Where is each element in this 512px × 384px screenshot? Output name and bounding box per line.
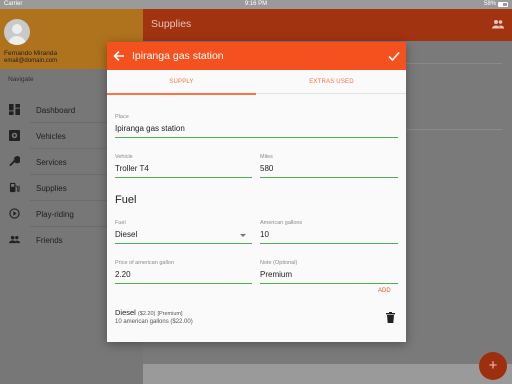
wrench-icon (9, 156, 20, 167)
price-field[interactable]: Price of american gallon 2.20 (115, 260, 252, 286)
vehicle-field[interactable]: Vehicle Troller T4 (115, 154, 252, 180)
page-title: Supplies (151, 18, 192, 30)
gas-pump-icon (9, 182, 20, 193)
sidebar-item-label: Vehicles (36, 132, 66, 141)
entry-title: Diesel ($2.20) [Premium] (115, 308, 183, 317)
gallons-value: 10 (260, 230, 269, 239)
add-button[interactable]: ADD (378, 288, 391, 294)
fuel-label: Fuel (115, 220, 126, 226)
people-icon[interactable] (492, 19, 504, 29)
note-label: Note (Optional) (260, 260, 298, 266)
dialog-toolbar: Ipiranga gas station (107, 42, 406, 70)
add-supply-fab[interactable]: + (479, 352, 507, 380)
vehicle-value: Troller T4 (115, 164, 149, 173)
tab-extras-used[interactable]: EXTRAS USED (257, 70, 406, 94)
price-value: 2.20 (115, 270, 131, 279)
bottom-region (143, 364, 512, 384)
entry-fuel: Diesel (115, 308, 136, 317)
tab-label: SUPPLY (169, 79, 194, 85)
check-icon[interactable] (387, 49, 401, 63)
tab-indicator (107, 93, 256, 95)
dashboard-icon (9, 104, 20, 115)
avatar[interactable] (4, 19, 30, 45)
entry-price: ($2.20) (137, 311, 156, 317)
clock: 9:16 PM (244, 1, 268, 7)
miles-field[interactable]: Miles 580 (260, 154, 398, 180)
dialog-title: Ipiranga gas station (132, 50, 224, 62)
gallons-field[interactable]: American gallons 10 (260, 220, 398, 246)
trash-icon[interactable] (386, 312, 395, 323)
supply-dialog: Ipiranga gas station SUPPLY EXTRAS USED … (107, 42, 406, 342)
place-value: Ipiranga gas station (115, 124, 185, 133)
vehicle-icon (9, 130, 20, 141)
battery-icon (498, 2, 508, 7)
fuel-section-title: Fuel (115, 194, 137, 206)
battery-percent: 58% (483, 1, 496, 7)
sidebar-item-label: Friends (36, 236, 63, 245)
back-arrow-icon[interactable] (112, 49, 126, 63)
fuel-select[interactable]: Fuel Diesel (115, 220, 252, 246)
note-value: Premium (260, 270, 293, 279)
play-circle-icon (9, 208, 20, 219)
place-label: Place (115, 114, 129, 120)
price-label: Price of american gallon (115, 260, 175, 266)
list-item: Diesel ($2.20) [Premium] 10 american gal… (115, 308, 398, 332)
fuel-value: Diesel (115, 230, 138, 239)
place-field[interactable]: Place Ipiranga gas station (115, 114, 398, 140)
sidebar-item-label: Supplies (36, 184, 67, 193)
sidebar-item-label: Play-riding (36, 210, 74, 219)
vehicle-label: Vehicle (115, 154, 133, 160)
miles-label: Miles (260, 154, 273, 160)
dropdown-arrow-icon (240, 234, 246, 237)
tab-label: EXTRAS USED (309, 79, 354, 85)
sidebar-item-label: Services (36, 158, 67, 167)
user-email: email@domain.com (4, 58, 58, 64)
status-bar: Carrier 9:16 PM 58% (0, 0, 512, 9)
sidebar-item-label: Dashboard (36, 106, 76, 115)
note-field[interactable]: Note (Optional) Premium (260, 260, 398, 286)
app-bar: Supplies (143, 9, 512, 41)
tab-supply[interactable]: SUPPLY (107, 70, 256, 95)
people-icon (9, 235, 20, 244)
miles-value: 580 (260, 164, 274, 173)
tab-bar: SUPPLY EXTRAS USED (107, 70, 406, 95)
nav-section-title: Navigate (8, 76, 34, 83)
user-name: Fernando Miranda (4, 50, 58, 57)
entry-summary: 10 american gallons ($22.00) (115, 319, 193, 325)
gallons-label: American gallons (260, 220, 303, 226)
entry-note: [Premium] (157, 311, 183, 317)
